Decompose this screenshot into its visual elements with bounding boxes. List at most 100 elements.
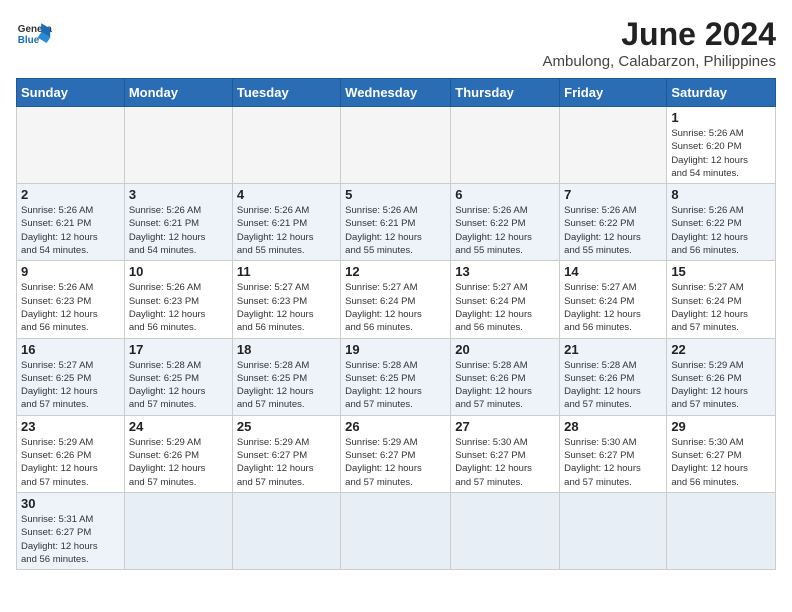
day-info: Sunrise: 5:26 AM Sunset: 6:21 PM Dayligh… (129, 204, 228, 257)
weekday-header-tuesday: Tuesday (232, 79, 340, 107)
day-number: 11 (237, 264, 336, 279)
calendar-day-cell: 28Sunrise: 5:30 AM Sunset: 6:27 PM Dayli… (560, 415, 667, 492)
day-number: 29 (671, 419, 771, 434)
day-number: 5 (345, 187, 446, 202)
calendar-week-row: 9 Sunrise: 5:26 AM Sunset: 6:23 PM Daylig… (17, 261, 776, 338)
calendar-day-cell: 11 Sunrise: 5:27 AM Sunset: 6:23 PM Dayli… (232, 261, 340, 338)
day-number: 19 (345, 342, 446, 357)
day-number: 6 (455, 187, 555, 202)
page-header: General Blue June 2024 Ambulong, Calabar… (16, 16, 776, 70)
day-number: 27 (455, 419, 555, 434)
day-info: Sunrise: 5:26 AM Sunset: 6:21 PM Dayligh… (237, 204, 336, 257)
day-info: Sunrise: 5:30 AM Sunset: 6:27 PM Dayligh… (455, 436, 555, 489)
calendar-day-cell: 27 Sunrise: 5:30 AM Sunset: 6:27 PM Dayli… (451, 415, 560, 492)
day-info: Sunrise: 5:26 AM Sunset: 6:22 PM Dayligh… (564, 204, 662, 257)
calendar-day-cell (232, 492, 340, 569)
calendar-day-cell: 3 Sunrise: 5:26 AM Sunset: 6:21 PM Daylig… (124, 184, 232, 261)
day-info: Sunrise: 5:31 AM Sunset: 6:27 PM Dayligh… (21, 513, 120, 566)
calendar-day-cell: 13 Sunrise: 5:27 AM Sunset: 6:24 PM Dayli… (451, 261, 560, 338)
day-info: Sunrise: 5:27 AM Sunset: 6:24 PM Dayligh… (455, 281, 555, 334)
day-info: Sunrise: 5:27 AM Sunset: 6:23 PM Dayligh… (237, 281, 336, 334)
calendar-day-cell: 7 Sunrise: 5:26 AM Sunset: 6:22 PM Daylig… (560, 184, 667, 261)
calendar-day-cell: 23 Sunrise: 5:29 AM Sunset: 6:26 PM Dayli… (17, 415, 125, 492)
day-number: 18 (237, 342, 336, 357)
day-number: 12 (345, 264, 446, 279)
day-info: Sunrise: 5:29 AM Sunset: 6:26 PM Dayligh… (671, 359, 771, 412)
calendar-day-cell: 8Sunrise: 5:26 AM Sunset: 6:22 PM Daylig… (667, 184, 776, 261)
calendar-day-cell: 25 Sunrise: 5:29 AM Sunset: 6:27 PM Dayli… (232, 415, 340, 492)
calendar-day-cell (560, 107, 667, 184)
day-number: 17 (129, 342, 228, 357)
calendar-day-cell: 10Sunrise: 5:26 AM Sunset: 6:23 PM Dayli… (124, 261, 232, 338)
weekday-header-thursday: Thursday (451, 79, 560, 107)
day-number: 7 (564, 187, 662, 202)
day-number: 9 (21, 264, 120, 279)
generalblue-logo-icon: General Blue (16, 16, 52, 52)
day-info: Sunrise: 5:26 AM Sunset: 6:23 PM Dayligh… (21, 281, 120, 334)
day-number: 13 (455, 264, 555, 279)
calendar-week-row: 23 Sunrise: 5:29 AM Sunset: 6:26 PM Dayli… (17, 415, 776, 492)
calendar-day-cell (560, 492, 667, 569)
weekday-header-wednesday: Wednesday (341, 79, 451, 107)
day-info: Sunrise: 5:29 AM Sunset: 6:27 PM Dayligh… (345, 436, 446, 489)
weekday-header-saturday: Saturday (667, 79, 776, 107)
calendar-day-cell: 5Sunrise: 5:26 AM Sunset: 6:21 PM Daylig… (341, 184, 451, 261)
calendar-day-cell (124, 107, 232, 184)
calendar-table: SundayMondayTuesdayWednesdayThursdayFrid… (16, 78, 776, 570)
calendar-day-cell: 15Sunrise: 5:27 AM Sunset: 6:24 PM Dayli… (667, 261, 776, 338)
calendar-day-cell (451, 107, 560, 184)
calendar-day-cell: 26 Sunrise: 5:29 AM Sunset: 6:27 PM Dayli… (341, 415, 451, 492)
day-info: Sunrise: 5:26 AM Sunset: 6:22 PM Dayligh… (671, 204, 771, 257)
day-info: Sunrise: 5:28 AM Sunset: 6:26 PM Dayligh… (564, 359, 662, 412)
calendar-day-cell (451, 492, 560, 569)
day-number: 21 (564, 342, 662, 357)
calendar-day-cell: 14Sunrise: 5:27 AM Sunset: 6:24 PM Dayli… (560, 261, 667, 338)
day-number: 3 (129, 187, 228, 202)
calendar-day-cell: 4 Sunrise: 5:26 AM Sunset: 6:21 PM Daylig… (232, 184, 340, 261)
day-info: Sunrise: 5:26 AM Sunset: 6:23 PM Dayligh… (129, 281, 228, 334)
calendar-day-cell: 20Sunrise: 5:28 AM Sunset: 6:26 PM Dayli… (451, 338, 560, 415)
calendar-week-row: 1 Sunrise: 5:26 AM Sunset: 6:20 PM Daylig… (17, 107, 776, 184)
day-number: 26 (345, 419, 446, 434)
calendar-day-cell: 9 Sunrise: 5:26 AM Sunset: 6:23 PM Daylig… (17, 261, 125, 338)
day-info: Sunrise: 5:27 AM Sunset: 6:25 PM Dayligh… (21, 359, 120, 412)
calendar-day-cell: 21 Sunrise: 5:28 AM Sunset: 6:26 PM Dayli… (560, 338, 667, 415)
calendar-day-cell (17, 107, 125, 184)
weekday-header-row: SundayMondayTuesdayWednesdayThursdayFrid… (17, 79, 776, 107)
svg-text:Blue: Blue (18, 35, 40, 46)
day-info: Sunrise: 5:28 AM Sunset: 6:25 PM Dayligh… (129, 359, 228, 412)
calendar-week-row: 16 Sunrise: 5:27 AM Sunset: 6:25 PM Dayli… (17, 338, 776, 415)
weekday-header-monday: Monday (124, 79, 232, 107)
day-number: 25 (237, 419, 336, 434)
day-number: 2 (21, 187, 120, 202)
day-info: Sunrise: 5:30 AM Sunset: 6:27 PM Dayligh… (564, 436, 662, 489)
day-info: Sunrise: 5:29 AM Sunset: 6:27 PM Dayligh… (237, 436, 336, 489)
day-number: 14 (564, 264, 662, 279)
day-number: 4 (237, 187, 336, 202)
day-number: 23 (21, 419, 120, 434)
day-info: Sunrise: 5:26 AM Sunset: 6:22 PM Dayligh… (455, 204, 555, 257)
location-subtitle: Ambulong, Calabarzon, Philippines (543, 53, 776, 70)
day-number: 1 (671, 110, 771, 125)
calendar-day-cell: 17 Sunrise: 5:28 AM Sunset: 6:25 PM Dayli… (124, 338, 232, 415)
day-number: 24 (129, 419, 228, 434)
day-info: Sunrise: 5:29 AM Sunset: 6:26 PM Dayligh… (129, 436, 228, 489)
day-info: Sunrise: 5:26 AM Sunset: 6:20 PM Dayligh… (671, 127, 771, 180)
day-number: 30 (21, 496, 120, 511)
calendar-day-cell: 24 Sunrise: 5:29 AM Sunset: 6:26 PM Dayli… (124, 415, 232, 492)
day-info: Sunrise: 5:26 AM Sunset: 6:21 PM Dayligh… (21, 204, 120, 257)
title-area: June 2024 Ambulong, Calabarzon, Philippi… (543, 16, 776, 70)
day-number: 15 (671, 264, 771, 279)
calendar-day-cell: 12 Sunrise: 5:27 AM Sunset: 6:24 PM Dayli… (341, 261, 451, 338)
calendar-day-cell: 18Sunrise: 5:28 AM Sunset: 6:25 PM Dayli… (232, 338, 340, 415)
day-info: Sunrise: 5:28 AM Sunset: 6:25 PM Dayligh… (345, 359, 446, 412)
calendar-week-row: 2 Sunrise: 5:26 AM Sunset: 6:21 PM Daylig… (17, 184, 776, 261)
calendar-day-cell: 29 Sunrise: 5:30 AM Sunset: 6:27 PM Dayli… (667, 415, 776, 492)
day-number: 20 (455, 342, 555, 357)
day-info: Sunrise: 5:27 AM Sunset: 6:24 PM Dayligh… (345, 281, 446, 334)
day-info: Sunrise: 5:29 AM Sunset: 6:26 PM Dayligh… (21, 436, 120, 489)
day-number: 16 (21, 342, 120, 357)
calendar-day-cell: 30 Sunrise: 5:31 AM Sunset: 6:27 PM Dayli… (17, 492, 125, 569)
day-info: Sunrise: 5:30 AM Sunset: 6:27 PM Dayligh… (671, 436, 771, 489)
calendar-day-cell: 22Sunrise: 5:29 AM Sunset: 6:26 PM Dayli… (667, 338, 776, 415)
